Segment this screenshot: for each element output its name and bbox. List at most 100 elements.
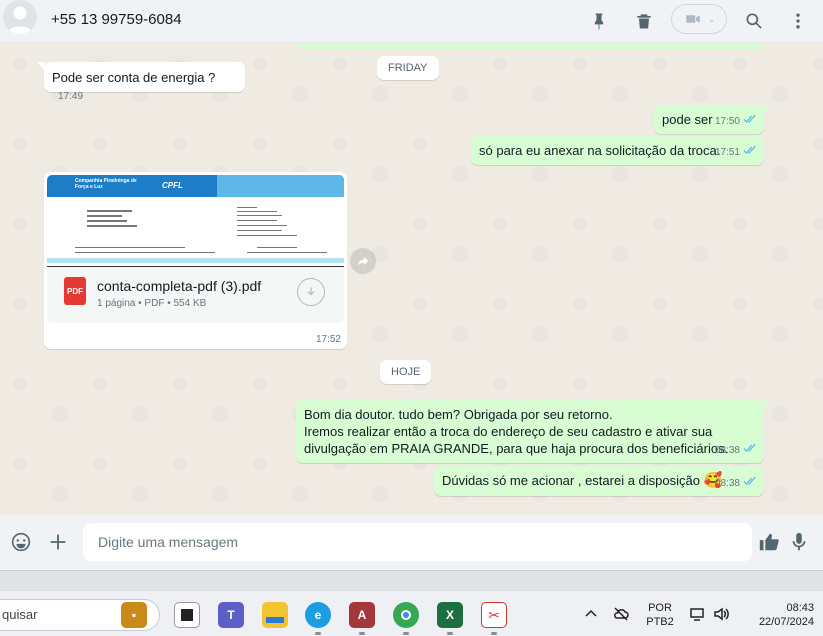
input-language[interactable]: POR PTB2 xyxy=(643,601,677,629)
chevron-down-icon: ⌄ xyxy=(708,13,716,24)
message-outgoing[interactable]: pode ser 17:50 xyxy=(654,105,771,134)
read-ticks-icon xyxy=(743,475,757,492)
contact-name[interactable]: +55 13 99759-6084 xyxy=(51,11,182,28)
running-indicator xyxy=(315,632,321,635)
message-time: 08:38 xyxy=(714,445,740,456)
download-icon xyxy=(307,287,315,296)
document-file-row[interactable]: PDF conta-completa-pdf (3).pdf 1 página … xyxy=(47,267,344,323)
chrome-browser-icon[interactable] xyxy=(393,602,419,628)
forward-icon xyxy=(357,256,369,266)
teams-app-icon[interactable]: T xyxy=(218,602,244,628)
pdf-file-icon: PDF xyxy=(64,277,86,305)
preview-text-line xyxy=(237,207,257,208)
preview-company-name: Companhia Piratininga de Força e Luz xyxy=(75,178,137,190)
document-preview[interactable]: Companhia Piratininga de Força e Luz CPF… xyxy=(47,175,344,267)
message-composer: Digite uma mensagem xyxy=(0,515,823,570)
preview-text-line xyxy=(237,225,287,226)
video-call-icon xyxy=(686,15,700,23)
preview-text-line xyxy=(237,220,277,221)
running-indicator xyxy=(359,632,365,635)
clock-time: 08:43 xyxy=(786,602,814,614)
message-time: 17:50 xyxy=(714,116,740,127)
previous-message-bubble xyxy=(296,44,764,50)
message-outgoing[interactable]: só para eu anexar na solicitação da troc… xyxy=(471,136,764,165)
system-clock[interactable]: 08:43 22/07/2024 xyxy=(742,601,814,629)
read-ticks-icon xyxy=(743,442,757,459)
message-text: pode ser xyxy=(662,112,713,127)
bubble-tail xyxy=(37,62,45,71)
excel-app-icon[interactable]: X xyxy=(437,602,463,628)
clock-date: 22/07/2024 xyxy=(758,616,814,628)
preview-text-line xyxy=(247,252,327,253)
bubble-tail xyxy=(763,105,771,114)
preview-text-line xyxy=(75,252,215,253)
document-file-info: 1 página • PDF • 554 KB xyxy=(97,298,207,309)
message-time: 08:38 xyxy=(714,478,740,489)
preview-text-line xyxy=(87,220,127,222)
message-time: 17:51 xyxy=(714,147,740,158)
contact-avatar[interactable] xyxy=(3,0,37,34)
emoji-icon[interactable] xyxy=(9,530,33,554)
bubble-tail xyxy=(763,400,771,409)
chat-header: +55 13 99759-6084 ⌄ xyxy=(0,0,823,43)
preview-text-line xyxy=(75,247,185,248)
preview-accent-band xyxy=(47,258,344,263)
preview-text-line xyxy=(237,230,282,231)
document-file-name: conta-completa-pdf (3).pdf xyxy=(97,278,262,294)
cloud-offline-icon[interactable] xyxy=(613,606,629,622)
thumbs-up-icon[interactable] xyxy=(757,530,781,554)
preview-text-line xyxy=(237,211,277,212)
task-view-icon[interactable] xyxy=(174,602,200,628)
message-incoming[interactable]: Pode ser conta de energia ? 17:49 xyxy=(37,62,245,102)
message-text-line: divulgação em PRAIA GRANDE, para que haj… xyxy=(304,441,729,456)
preview-header-band-light xyxy=(217,175,344,197)
file-explorer-icon[interactable] xyxy=(262,602,288,628)
language-code: POR xyxy=(648,602,672,614)
running-indicator xyxy=(491,632,497,635)
message-outgoing[interactable]: Dúvidas só me acionar , estarei a dispos… xyxy=(434,466,764,496)
date-separator-today: HOJE xyxy=(380,360,432,384)
preview-text-line xyxy=(257,247,297,248)
edge-browser-icon[interactable]: e xyxy=(305,602,331,628)
horizontal-scrollbar[interactable] xyxy=(0,570,823,590)
message-text: Dúvidas só me acionar , estarei a dispos… xyxy=(442,473,700,488)
preview-text-line xyxy=(87,215,122,217)
message-time: 17:52 xyxy=(315,334,341,345)
attach-plus-icon[interactable] xyxy=(46,530,70,554)
message-outgoing[interactable]: Bom dia doutor. tudo bem? Obrigada por s… xyxy=(296,400,771,463)
preview-text-line xyxy=(237,235,297,236)
running-indicator xyxy=(403,632,409,635)
message-text-line: Iremos realizar então a troca do endereç… xyxy=(304,424,713,439)
running-indicator xyxy=(447,632,453,635)
chat-area[interactable]: FRIDAY Pode ser conta de energia ? 17:49… xyxy=(0,44,823,515)
message-text: só para eu anexar na solicitação da troc… xyxy=(479,143,721,158)
chevron-up-icon[interactable] xyxy=(583,606,599,622)
briefcase-app-icon[interactable]: ▪ xyxy=(121,602,147,628)
forward-button[interactable] xyxy=(350,248,376,274)
preview-text-line xyxy=(87,210,132,212)
read-ticks-icon xyxy=(743,144,757,161)
microphone-icon[interactable] xyxy=(787,530,811,554)
search-icon[interactable] xyxy=(742,9,766,33)
read-ticks-icon xyxy=(743,113,757,130)
snipping-tool-icon[interactable]: ✂ xyxy=(481,602,507,628)
date-separator-friday: FRIDAY xyxy=(377,56,439,80)
message-text: Pode ser conta de energia ? xyxy=(52,70,216,85)
message-input[interactable]: Digite uma mensagem xyxy=(83,523,752,561)
message-text-line: Bom dia doutor. tudo bem? Obrigada por s… xyxy=(304,407,613,422)
preview-text-line xyxy=(237,215,282,216)
preview-text-line xyxy=(87,225,137,227)
download-button[interactable] xyxy=(297,278,325,306)
windows-taskbar: quisar ▪ T e A X ✂ POR PTB2 08:43 22/07/… xyxy=(0,590,823,636)
access-app-icon[interactable]: A xyxy=(349,602,375,628)
menu-icon[interactable] xyxy=(786,9,810,33)
volume-icon[interactable] xyxy=(713,606,729,622)
message-time: 17:49 xyxy=(58,91,84,102)
keyboard-layout: PTB2 xyxy=(646,616,674,628)
trash-icon[interactable] xyxy=(632,9,656,33)
video-call-button[interactable]: ⌄ xyxy=(671,4,727,34)
document-message[interactable]: Companhia Piratininga de Força e Luz CPF… xyxy=(44,172,347,349)
network-icon[interactable] xyxy=(689,606,705,622)
pin-icon[interactable] xyxy=(587,9,611,33)
preview-logo: CPFL xyxy=(162,181,183,190)
